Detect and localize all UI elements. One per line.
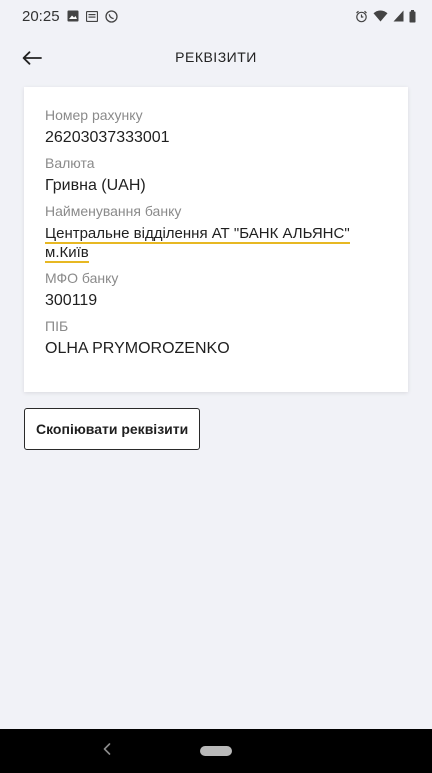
currency-label: Валюта [45,155,95,171]
requisites-card: Номер рахунку 26203037333001 Валюта Грив… [24,87,408,392]
copy-requisites-button[interactable]: Скопіювати реквізити [24,408,201,450]
status-left: 20:25 [22,8,118,25]
alarm-icon [355,10,368,23]
bank-value-wrap: Центральне відділення АТ "БАНК АЛЬЯНС" м… [45,224,390,263]
whatsapp-icon [104,9,118,23]
nav-home-pill[interactable] [200,746,232,756]
account-value: 26203037333001 [45,129,170,146]
bank-label: Найменування банку [45,203,182,219]
app-bar: РЕКВІЗИТИ [0,32,432,88]
currency-value: Гривна (UAH) [45,177,146,194]
mail-icon [85,10,98,22]
status-time: 20:25 [22,7,60,25]
name-field: ПІБ OLHA PRYMOROZENKO [45,318,408,360]
wifi-icon [373,10,388,22]
mfo-field: МФО банку 300119 [45,270,408,312]
system-nav-bar [0,729,432,773]
bank-field: Найменування банку Центральне відділення… [45,203,408,263]
mfo-label: МФО банку [45,270,119,286]
account-label: Номер рахунку [45,107,143,123]
mfo-value: 300119 [45,292,98,309]
image-icon [67,10,79,22]
bank-value[interactable]: Центральне відділення АТ "БАНК АЛЬЯНС" м… [45,225,350,263]
name-label: ПІБ [45,318,69,334]
currency-field: Валюта Гривна (UAH) [45,155,408,197]
signal-icon [393,10,404,22]
account-field: Номер рахунку 26203037333001 [45,107,408,149]
chevron-left-icon [103,742,111,760]
name-value: OLHA PRYMOROZENKO [45,340,230,357]
page-title: РЕКВІЗИТИ [175,49,257,65]
battery-icon [409,9,416,23]
status-bar: 20:25 [0,0,432,32]
nav-back-button[interactable] [100,742,114,760]
status-right [355,9,416,23]
